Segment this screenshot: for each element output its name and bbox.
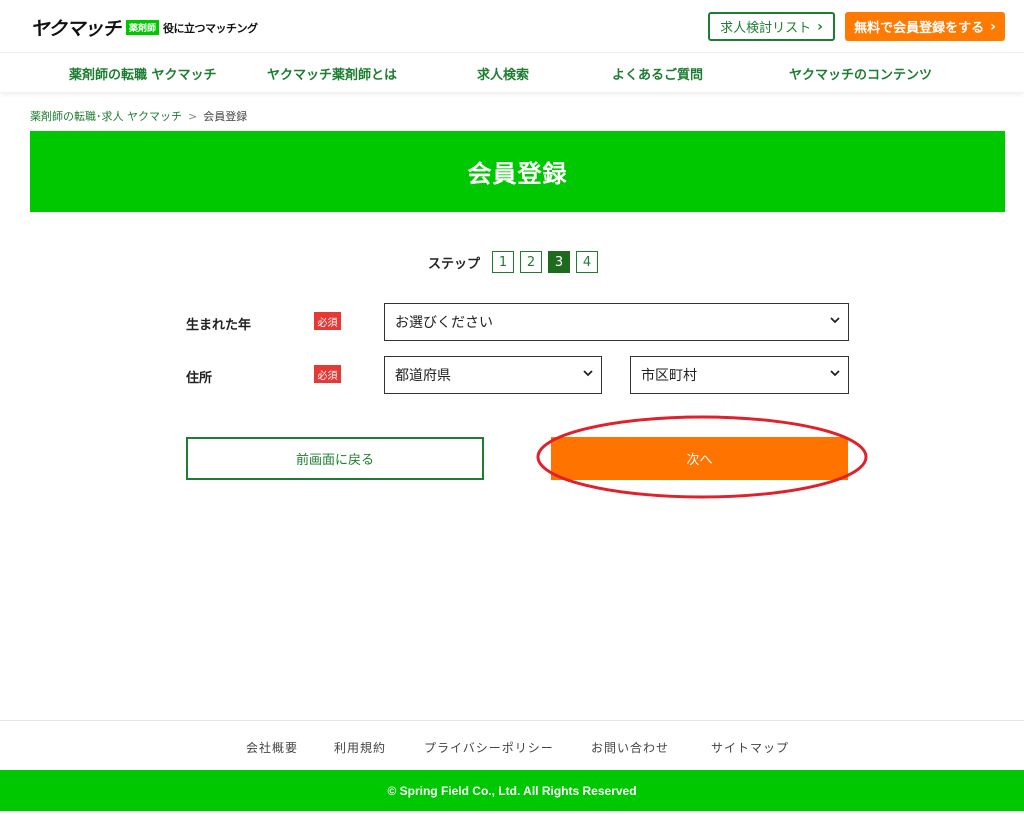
prefecture-select[interactable]: 都道府県 bbox=[384, 356, 602, 394]
city-select[interactable]: 市区町村 bbox=[630, 356, 849, 394]
breadcrumb-home-link[interactable]: 薬剤師の転職･求人 ヤクマッチ bbox=[30, 110, 182, 123]
page-title: 会員登録 bbox=[467, 160, 568, 188]
site-header: ヤクマッチ 薬剤師 役に立つマッチング 求人検討リスト › 無料で会員登録をする… bbox=[0, 0, 1024, 52]
nav-item-contents[interactable]: ヤクマッチのコンテンツ bbox=[789, 64, 932, 83]
step-1: 1 bbox=[492, 251, 515, 273]
next-button[interactable]: 次へ bbox=[551, 437, 848, 480]
step-2: 2 bbox=[520, 251, 543, 273]
chevron-down-icon bbox=[830, 317, 840, 324]
chevron-down-icon bbox=[830, 370, 840, 377]
step-3-current: 3 bbox=[548, 251, 571, 273]
required-badge: 必須 bbox=[314, 312, 341, 330]
birth-year-select[interactable]: お選びください bbox=[384, 303, 849, 341]
logo-wordmark: ヤクマッチ bbox=[30, 18, 121, 40]
chevron-right-icon: › bbox=[990, 18, 996, 35]
footer-link-privacy[interactable]: プライバシーポリシー bbox=[424, 739, 554, 756]
footer-link-terms[interactable]: 利用規約 bbox=[334, 739, 386, 756]
step-label: ステップ bbox=[428, 256, 481, 272]
next-button-label: 次へ bbox=[686, 453, 713, 468]
logo-badge: 薬剤師 bbox=[126, 20, 160, 35]
step-indicator: ステップ 1 2 3 4 bbox=[428, 251, 604, 273]
page-title-banner: 会員登録 bbox=[30, 131, 1005, 212]
birth-year-select-value: お選びください bbox=[395, 315, 493, 331]
register-button-label: 無料で会員登録をする bbox=[854, 21, 985, 36]
job-list-button[interactable]: 求人検討リスト › bbox=[708, 12, 835, 41]
back-button[interactable]: 前画面に戻る bbox=[186, 437, 484, 480]
footer-copyright-bar: © Spring Field Co., Ltd. All Rights Rese… bbox=[0, 770, 1024, 811]
main-nav: 薬剤師の転職 ヤクマッチ ヤクマッチ薬剤師とは 求人検索 よくあるご質問 ヤクマ… bbox=[0, 52, 1024, 92]
logo-tagline: 役に立つマッチング bbox=[163, 21, 258, 35]
prefecture-select-value: 都道府県 bbox=[395, 368, 451, 384]
breadcrumb-current: 会員登録 bbox=[203, 110, 248, 123]
nav-item-job-search[interactable]: 求人検索 bbox=[477, 64, 529, 83]
back-button-label: 前画面に戻る bbox=[295, 453, 374, 468]
breadcrumb-separator: > bbox=[188, 110, 198, 123]
nav-item-home[interactable]: 薬剤師の転職 ヤクマッチ bbox=[69, 64, 217, 83]
copyright-text: © Spring Field Co., Ltd. All Rights Rese… bbox=[387, 783, 637, 798]
breadcrumb: 薬剤師の転職･求人 ヤクマッチ > 会員登録 bbox=[30, 108, 247, 124]
footer-link-contact[interactable]: お問い合わせ bbox=[591, 739, 669, 756]
job-list-button-label: 求人検討リスト bbox=[720, 21, 812, 36]
city-select-value: 市区町村 bbox=[641, 368, 697, 384]
footer-link-company[interactable]: 会社概要 bbox=[246, 739, 298, 756]
birth-year-label: 生まれた年 bbox=[186, 318, 252, 333]
required-badge: 必須 bbox=[314, 365, 341, 383]
register-button[interactable]: 無料で会員登録をする › bbox=[845, 12, 1005, 41]
chevron-down-icon bbox=[583, 370, 593, 377]
address-label: 住所 bbox=[186, 371, 213, 386]
footer-link-sitemap[interactable]: サイトマップ bbox=[711, 739, 789, 756]
nav-item-about[interactable]: ヤクマッチ薬剤師とは bbox=[267, 64, 397, 83]
footer-links: 会社概要 利用規約 プライバシーポリシー お問い合わせ サイトマップ bbox=[0, 720, 1024, 770]
site-logo[interactable]: ヤクマッチ 薬剤師 役に立つマッチング bbox=[30, 14, 258, 41]
nav-item-faq[interactable]: よくあるご質問 bbox=[612, 64, 703, 83]
chevron-right-icon: › bbox=[817, 18, 823, 35]
step-4: 4 bbox=[576, 251, 599, 273]
